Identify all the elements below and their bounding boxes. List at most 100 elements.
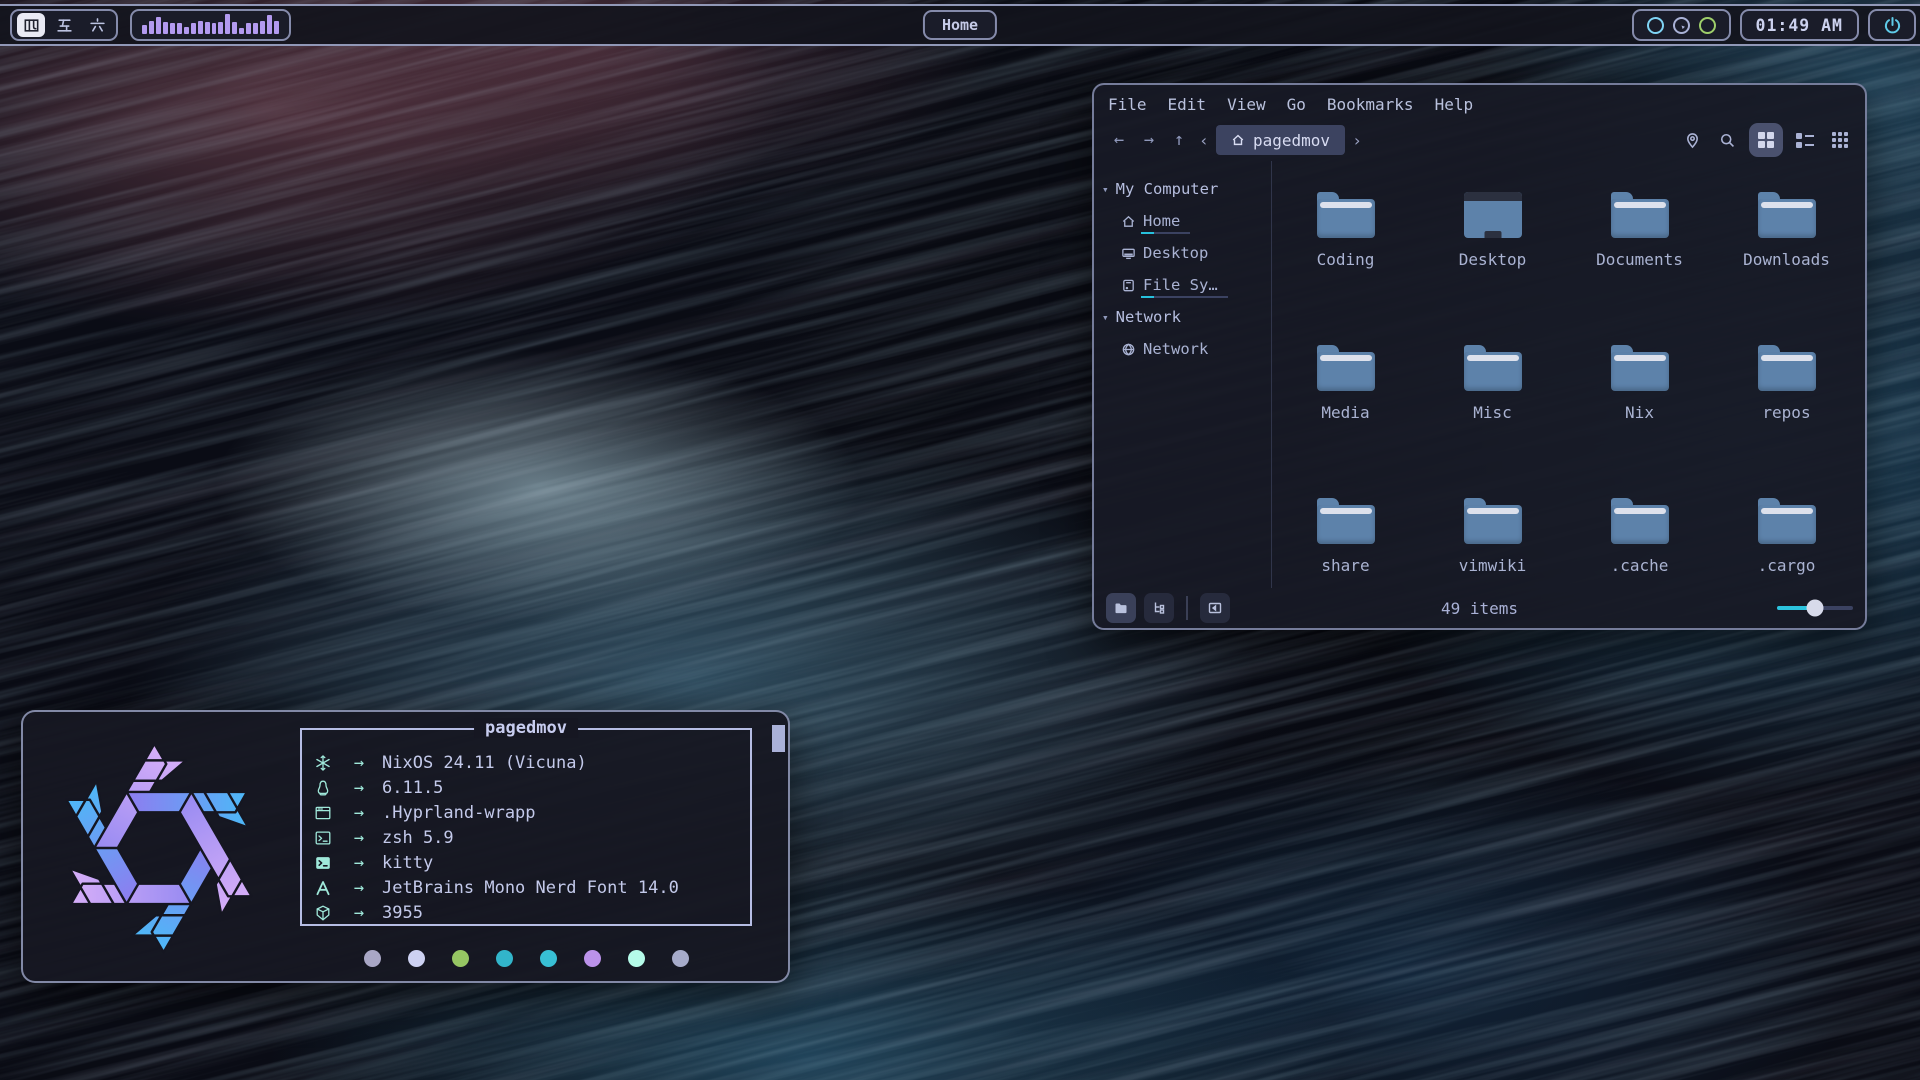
sidebar-item-label: Network — [1143, 340, 1208, 359]
menu-bookmarks[interactable]: Bookmarks — [1327, 95, 1414, 114]
folder-cache[interactable]: .cache — [1566, 498, 1713, 588]
search-icon[interactable] — [1714, 127, 1740, 153]
file-manager-menubar: File Edit View Go Bookmarks Help — [1094, 85, 1865, 119]
path-segment-label: pagedmov — [1253, 131, 1330, 150]
visualizer-bar — [225, 14, 230, 34]
palette-dot — [584, 950, 601, 967]
up-button[interactable]: ↑ — [1164, 130, 1194, 150]
fetch-value: 6.11.5 — [382, 778, 443, 798]
folder-share[interactable]: share — [1272, 498, 1419, 588]
top-bar-right: 01:49 AM — [1632, 9, 1916, 41]
workspace-button-五[interactable] — [50, 13, 78, 37]
collapse-triangle-icon[interactable]: ▾ — [1102, 183, 1109, 196]
fetch-value: .Hyprland-wrapp — [382, 803, 536, 823]
path-scroll-right-icon[interactable]: › — [1347, 131, 1367, 150]
folder-icon — [1317, 345, 1375, 391]
forward-button[interactable]: → — [1134, 130, 1164, 150]
sidebar-item-label: Home — [1143, 212, 1180, 231]
power-button[interactable] — [1868, 9, 1916, 41]
folder-documents[interactable]: Documents — [1566, 192, 1713, 345]
sidebar-item-label: File Sy… — [1143, 276, 1218, 295]
packages-icon — [314, 904, 336, 922]
terminal-window: pagedmov →NixOS 24.11 (Vicuna)→6.11.5→.H… — [21, 710, 790, 983]
folder-label: Coding — [1317, 250, 1375, 269]
folder-vimwiki[interactable]: vimwiki — [1419, 498, 1566, 588]
compact-view-button[interactable] — [1827, 127, 1853, 153]
visualizer-bar — [205, 22, 210, 34]
visualizer-bar — [149, 21, 154, 34]
terminal-color-palette — [300, 950, 752, 967]
folder-label: share — [1321, 556, 1369, 575]
menu-file[interactable]: File — [1108, 95, 1147, 114]
folder-label: Misc — [1473, 403, 1512, 422]
active-window-title: Home — [923, 10, 997, 40]
visualizer-bar — [198, 21, 203, 34]
visualizer-bar — [170, 23, 175, 34]
folder-repos[interactable]: repos — [1713, 345, 1860, 498]
icon-view-button[interactable] — [1749, 123, 1783, 157]
clock-label: 01:49 AM — [1756, 16, 1843, 35]
folder-downloads[interactable]: Downloads — [1713, 192, 1860, 345]
folder-icon — [1758, 192, 1816, 238]
workspace-button-四[interactable] — [17, 13, 45, 37]
fastfetch-hostname: pagedmov — [474, 718, 578, 738]
cyan-ring[interactable] — [1647, 17, 1664, 34]
list-view-button[interactable] — [1792, 127, 1818, 153]
fastfetch-frame: pagedmov →NixOS 24.11 (Vicuna)→6.11.5→.H… — [300, 728, 752, 926]
terminal-cursor — [772, 725, 785, 752]
top-bar: Home 01:49 AM — [0, 4, 1920, 46]
menu-go[interactable]: Go — [1287, 95, 1306, 114]
workspace-glyph-icon — [23, 17, 40, 34]
folder-media[interactable]: Media — [1272, 345, 1419, 498]
path-segment-button[interactable]: pagedmov — [1216, 125, 1345, 155]
folder-desktop[interactable]: Desktop — [1419, 192, 1566, 345]
desktop-icon — [1121, 246, 1136, 261]
visualizer-bar — [274, 21, 279, 34]
folder-label: .cargo — [1758, 556, 1816, 575]
show-files-button[interactable] — [1106, 593, 1136, 623]
visualizer-bar — [218, 22, 223, 34]
collapse-triangle-icon[interactable]: ▾ — [1102, 311, 1109, 324]
menu-help[interactable]: Help — [1435, 95, 1474, 114]
folder-icon — [1611, 192, 1669, 238]
path-scroll-left-icon[interactable]: ‹ — [1194, 131, 1214, 150]
menu-edit[interactable]: Edit — [1168, 95, 1207, 114]
arrow-icon: → — [336, 753, 382, 773]
visualizer-bar — [212, 23, 217, 35]
folder-coding[interactable]: Coding — [1272, 192, 1419, 345]
menu-view[interactable]: View — [1227, 95, 1266, 114]
folder-icon — [1317, 498, 1375, 544]
lavender-ring[interactable] — [1673, 17, 1690, 34]
fastfetch-rows: →NixOS 24.11 (Vicuna)→6.11.5→.Hyprland-w… — [314, 750, 750, 925]
workspace-button-六[interactable] — [83, 13, 111, 37]
file-manager-statusbar: 49 items — [1094, 588, 1865, 628]
back-button[interactable]: ← — [1104, 130, 1134, 150]
location-pin-icon[interactable] — [1679, 127, 1705, 153]
palette-dot — [496, 950, 513, 967]
file-manager-window: File Edit View Go Bookmarks Help ← → ↑ ‹ page… — [1092, 83, 1867, 630]
sidebar-item-filesy[interactable]: File Sy… — [1094, 269, 1271, 301]
visualizer-bar — [260, 21, 265, 34]
sidebar-item-desktop[interactable]: Desktop — [1094, 237, 1271, 269]
green-ring[interactable] — [1699, 17, 1716, 34]
folder-icon — [1464, 345, 1522, 391]
visualizer-bar — [253, 23, 258, 34]
sidebar-section-my-computer[interactable]: ▾My Computer — [1094, 173, 1271, 205]
toggle-sidepane-button[interactable] — [1200, 593, 1230, 623]
palette-dot — [408, 950, 425, 967]
folder-nix[interactable]: Nix — [1566, 345, 1713, 498]
fetch-row: →6.11.5 — [314, 775, 750, 800]
folder-misc[interactable]: Misc — [1419, 345, 1566, 498]
folder-label: Desktop — [1459, 250, 1526, 269]
zoom-slider-handle[interactable] — [1807, 600, 1824, 617]
sidebar-item-home[interactable]: Home — [1094, 205, 1271, 237]
statusbar-separator — [1186, 596, 1188, 620]
power-icon — [1883, 16, 1902, 35]
directory-tree-button[interactable] — [1144, 593, 1174, 623]
palette-dot — [540, 950, 557, 967]
zoom-slider[interactable] — [1777, 606, 1853, 610]
sidebar-item-network[interactable]: Network — [1094, 333, 1271, 365]
sidebar-section-network[interactable]: ▾Network — [1094, 301, 1271, 333]
visualizer-bar — [246, 23, 251, 34]
folder-cargo[interactable]: .cargo — [1713, 498, 1860, 588]
